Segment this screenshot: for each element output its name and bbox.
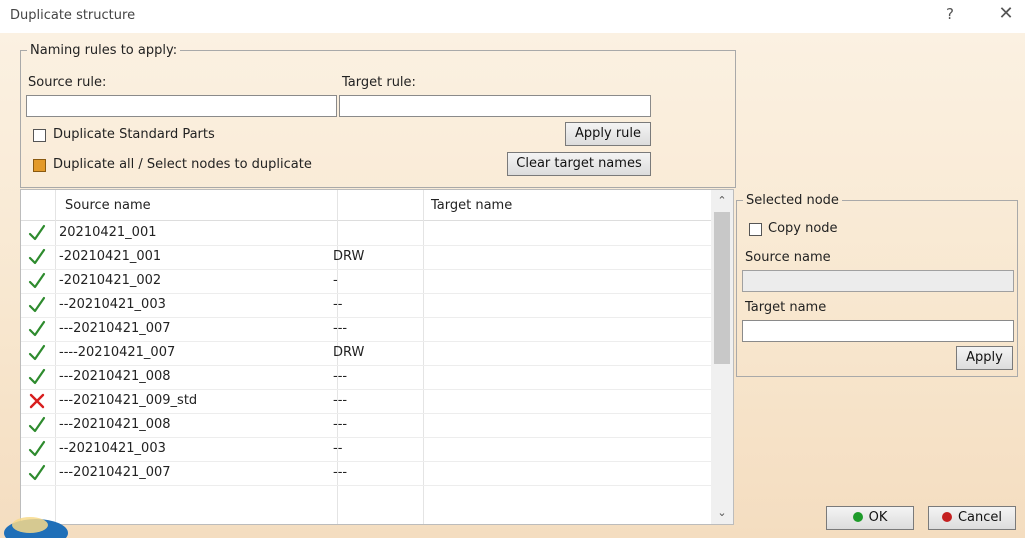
ok-dot-icon	[852, 512, 863, 522]
dialog-body: Naming rules to apply: Source rule: Targ…	[0, 33, 1025, 538]
ok-button-label: OK	[868, 510, 888, 525]
type-cell: ---	[333, 417, 348, 432]
source-rule-label: Source rule:	[28, 75, 107, 90]
table-row[interactable]: -20210421_001 DRW	[21, 245, 711, 270]
cancel-button[interactable]: Cancel	[928, 506, 1016, 530]
source-name-cell: --20210421_003	[59, 297, 166, 312]
checkmark-icon	[28, 296, 46, 313]
type-cell: ---	[333, 465, 348, 480]
checkmark-icon	[28, 464, 46, 481]
type-cell: ---	[333, 393, 348, 408]
source-name-cell: ---20210421_007	[59, 321, 171, 336]
duplicate-standard-label: Duplicate Standard Parts	[53, 127, 215, 142]
type-cell: ---	[333, 321, 348, 336]
structure-table: Source name Target name 20210421_001 -202…	[20, 189, 734, 525]
col-header-target-name[interactable]: Target name	[431, 198, 512, 213]
clear-target-names-button[interactable]: Clear target names	[507, 152, 651, 176]
checkmark-icon	[28, 272, 46, 289]
source-name-cell: ---20210421_009_std	[59, 393, 198, 408]
checkmark-icon	[28, 368, 46, 385]
col-header-source-name[interactable]: Source name	[65, 198, 151, 213]
source-name-cell: 20210421_001	[59, 225, 157, 240]
help-button[interactable]: ?	[940, 5, 960, 27]
table-row[interactable]: ----20210421_007 DRW	[21, 341, 711, 366]
type-cell: --	[333, 297, 343, 312]
type-cell: ---	[333, 369, 348, 384]
table-row[interactable]: ---20210421_008 ---	[21, 365, 711, 390]
source-name-cell: --20210421_003	[59, 441, 166, 456]
table-row[interactable]: --20210421_003 --	[21, 293, 711, 318]
app-logo	[4, 517, 68, 538]
target-rule-input[interactable]	[339, 95, 651, 117]
table-row[interactable]: ---20210421_009_std ---	[21, 389, 711, 414]
cancel-button-label: Cancel	[957, 510, 1003, 525]
target-name-field[interactable]	[742, 320, 1014, 342]
checkmark-icon	[28, 320, 46, 337]
scroll-thumb[interactable]	[714, 212, 730, 364]
source-name-cell: ----20210421_007	[59, 345, 176, 360]
ok-button[interactable]: OK	[826, 506, 914, 530]
apply-rule-button[interactable]: Apply rule	[565, 122, 651, 146]
source-rule-input[interactable]	[26, 95, 337, 117]
scroll-up-arrow-icon[interactable]: ⌃	[711, 192, 733, 210]
cross-icon	[29, 393, 45, 409]
table-header: Source name Target name	[21, 190, 711, 221]
target-rule-label: Target rule:	[342, 75, 416, 90]
source-name-field	[742, 270, 1014, 292]
duplicate-all-label: Duplicate all / Select nodes to duplicat…	[53, 157, 312, 172]
duplicate-all-checkbox[interactable]	[33, 159, 46, 172]
apply-node-button[interactable]: Apply	[956, 346, 1013, 370]
type-cell: --	[333, 441, 343, 456]
selected-node-legend: Selected node	[746, 193, 839, 208]
source-name-cell: ---20210421_008	[59, 369, 171, 384]
type-cell: DRW	[333, 249, 365, 264]
copy-node-label: Copy node	[768, 221, 838, 236]
table-row[interactable]: 20210421_001	[21, 221, 711, 246]
title-bar: Duplicate structure ? ✕	[0, 0, 1025, 33]
source-name-cell: -20210421_001	[59, 249, 162, 264]
type-cell: DRW	[333, 345, 365, 360]
window-title: Duplicate structure	[10, 8, 136, 23]
scroll-down-arrow-icon[interactable]: ⌄	[711, 504, 733, 522]
table-row[interactable]: ---20210421_008 ---	[21, 413, 711, 438]
close-button[interactable]: ✕	[994, 3, 1018, 27]
source-name-cell: ---20210421_007	[59, 465, 171, 480]
table-row[interactable]: ---20210421_007 ---	[21, 317, 711, 342]
table-row[interactable]: --20210421_003 --	[21, 437, 711, 462]
cancel-dot-icon	[941, 512, 952, 522]
duplicate-standard-checkbox[interactable]	[33, 129, 46, 142]
table-row[interactable]: ---20210421_007 ---	[21, 461, 711, 486]
copy-node-checkbox[interactable]	[749, 223, 762, 236]
table-row[interactable]: -20210421_002 -	[21, 269, 711, 294]
naming-rules-legend: Naming rules to apply:	[30, 43, 178, 58]
checkmark-icon	[28, 224, 46, 241]
type-cell: -	[333, 273, 338, 288]
source-name-cell: ---20210421_008	[59, 417, 171, 432]
source-name-label: Source name	[745, 250, 831, 265]
checkmark-icon	[28, 248, 46, 265]
checkmark-icon	[28, 440, 46, 457]
checkmark-icon	[28, 344, 46, 361]
table-scrollbar[interactable]: ⌃ ⌄	[711, 190, 733, 524]
target-name-label: Target name	[745, 300, 827, 315]
source-name-cell: -20210421_002	[59, 273, 162, 288]
checkmark-icon	[28, 416, 46, 433]
